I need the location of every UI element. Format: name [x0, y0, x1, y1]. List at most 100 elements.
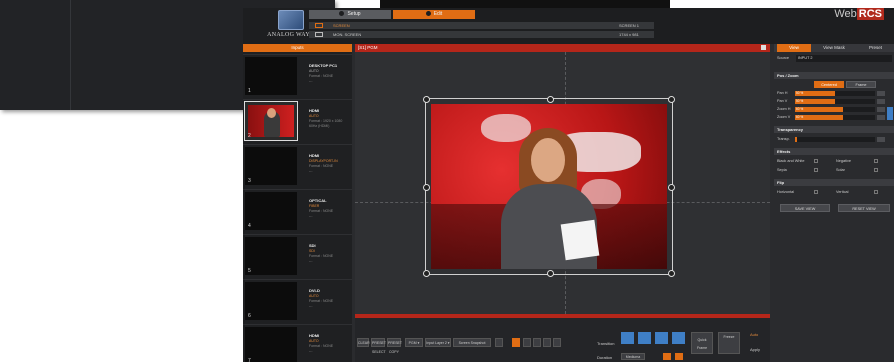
input-format: Format : NONE: [309, 209, 334, 213]
pan-h-slider[interactable]: 50 %: [795, 91, 875, 96]
effects-section[interactable]: Effects: [774, 148, 894, 155]
screen-snapshot-button[interactable]: Screen Snapshot: [453, 338, 491, 347]
fit-icon[interactable]: [523, 338, 531, 347]
input-number: 1: [248, 88, 251, 94]
tab-preset[interactable]: Preset: [857, 44, 894, 52]
divider: [70, 0, 71, 110]
resize-handle[interactable]: [547, 96, 554, 103]
apply-label[interactable]: Apply: [750, 347, 760, 352]
input-format: Format : NONE: [309, 164, 334, 168]
layer-image: [431, 104, 667, 269]
tab-edit[interactable]: Edit: [393, 10, 475, 19]
input-format: Format : NONE: [309, 254, 334, 258]
transparency-slider[interactable]: [795, 137, 875, 142]
input-item-6[interactable]: 6 DVI-D AUTO Format : NONE ---: [243, 279, 352, 322]
flip-section[interactable]: Flip: [774, 179, 894, 186]
input-type: FIBER: [309, 204, 320, 208]
source-select[interactable]: INPUT 2: [796, 55, 892, 62]
preset-select-button[interactable]: PRESET SELECT: [371, 338, 386, 354]
input-type: AUTO: [309, 339, 319, 343]
input-item-2[interactable]: 2 HDMI AUTO Format : 1920 x 1080 60Hz (H…: [243, 99, 352, 142]
zoom-v-stepper[interactable]: [877, 115, 885, 120]
transition-fade[interactable]: [638, 332, 651, 344]
resize-handle[interactable]: [668, 184, 675, 191]
input-type: SDI: [309, 249, 315, 253]
layer-order-icon[interactable]: [495, 338, 503, 347]
header: ANALOG WAY® Setup Edit SCREEN SCREEN 1 M…: [243, 8, 894, 44]
resize-handle[interactable]: [547, 270, 554, 277]
preview-canvas[interactable]: [355, 52, 770, 314]
save-view-button[interactable]: SAVE VIEW: [780, 204, 830, 212]
tab-setup[interactable]: Setup: [309, 10, 391, 19]
zoom-h-slider[interactable]: 60 %: [795, 107, 875, 112]
input-number: 4: [248, 223, 251, 229]
resize-handle[interactable]: [668, 96, 675, 103]
quick-frame-button[interactable]: Quick Frame: [691, 332, 713, 354]
duration-option-1[interactable]: [663, 353, 671, 360]
pan-v-stepper[interactable]: [877, 99, 885, 104]
pgm-select[interactable]: PGM ▾: [405, 338, 423, 347]
transition-slide[interactable]: [672, 332, 685, 344]
input-item-4[interactable]: 4 OPTICAL FIBER Format : NONE ---: [243, 189, 352, 232]
auto-label[interactable]: Auto: [750, 332, 758, 337]
tab-edit-label: Edit: [433, 11, 443, 17]
clear-button[interactable]: CLEAR: [357, 338, 370, 347]
pan-v-slider[interactable]: 50 %: [795, 99, 875, 104]
zoom-icon[interactable]: [533, 338, 541, 347]
tab-view[interactable]: View: [777, 44, 811, 52]
effect-sepia-checkbox[interactable]: [814, 168, 818, 172]
grid-icon[interactable]: [543, 338, 551, 347]
tab-view-mask[interactable]: View Mask: [814, 44, 854, 52]
zoom-v-slider[interactable]: 60 %: [795, 115, 875, 120]
input-item-5[interactable]: 5 SDI SDI Format : NONE ---: [243, 234, 352, 277]
resize-handle[interactable]: [423, 270, 430, 277]
layer-frame[interactable]: [423, 96, 675, 277]
layer-color-icon[interactable]: [512, 338, 520, 347]
monitor-info: MON. SCREEN 1744 x 981: [309, 31, 654, 38]
flip-horizontal-checkbox[interactable]: [814, 190, 818, 194]
effect-negative-checkbox[interactable]: [874, 159, 878, 163]
pan-h-stepper[interactable]: [877, 91, 885, 96]
pan-h-label: Pan H: [777, 91, 788, 95]
source-label: Source: [777, 56, 790, 60]
input-number: 7: [248, 358, 251, 362]
preset-copy-button[interactable]: PRESET COPY: [387, 338, 402, 354]
input-name: DESKTOP PC1: [309, 63, 338, 68]
transition-wipe[interactable]: [655, 332, 668, 344]
transparency-stepper[interactable]: [877, 137, 885, 142]
resize-handle[interactable]: [423, 96, 430, 103]
layer-select[interactable]: Input Layer 2 ▾: [425, 338, 451, 347]
link-icon[interactable]: [887, 107, 893, 120]
duration-select[interactable]: Mediuma: [621, 353, 645, 360]
input-item-1[interactable]: 1 DESKTOP PC1 AUTO Format : NONE ---: [243, 54, 352, 97]
frame-button[interactable]: Frame: [846, 81, 876, 88]
monitor-resolution: 1744 x 981: [619, 32, 639, 37]
webrcs-window: ANALOG WAY® Setup Edit SCREEN SCREEN 1 M…: [243, 8, 894, 362]
input-item-7[interactable]: 7 HDMI AUTO Format : NONE ---: [243, 324, 352, 362]
freeze-button[interactable]: Freeze: [718, 332, 740, 354]
effect-bw-checkbox[interactable]: [814, 159, 818, 163]
tools-icon[interactable]: [553, 338, 561, 347]
screen-selector[interactable]: SCREEN SCREEN 1: [309, 22, 654, 29]
input-thumbnail: [245, 57, 297, 95]
resize-handle[interactable]: [668, 270, 675, 277]
effect-sepia-label: Sepia: [777, 168, 787, 172]
transparency-section[interactable]: Transparency: [774, 126, 894, 133]
webrcs-brand: Web RCS: [834, 8, 884, 20]
centered-button[interactable]: Centered: [814, 81, 844, 88]
flip-vertical-checkbox[interactable]: [874, 190, 878, 194]
input-number: 6: [248, 313, 251, 319]
reset-view-button[interactable]: RESET VIEW: [838, 204, 890, 212]
monitor-icon: [315, 32, 323, 37]
input-number: 3: [248, 178, 251, 184]
lock-icon[interactable]: [761, 45, 766, 50]
effect-solar-checkbox[interactable]: [874, 168, 878, 172]
resize-handle[interactable]: [423, 184, 430, 191]
presenter-face: [531, 138, 565, 182]
duration-option-2[interactable]: [675, 353, 683, 360]
input-item-3[interactable]: 3 HDMI DISPLAYPORT-IN Format : NONE ---: [243, 144, 352, 187]
pos-zoom-section[interactable]: Pos / Zoom: [774, 72, 894, 79]
transition-cut[interactable]: [621, 332, 634, 344]
zoom-h-stepper[interactable]: [877, 107, 885, 112]
input-type: AUTO: [309, 114, 319, 118]
